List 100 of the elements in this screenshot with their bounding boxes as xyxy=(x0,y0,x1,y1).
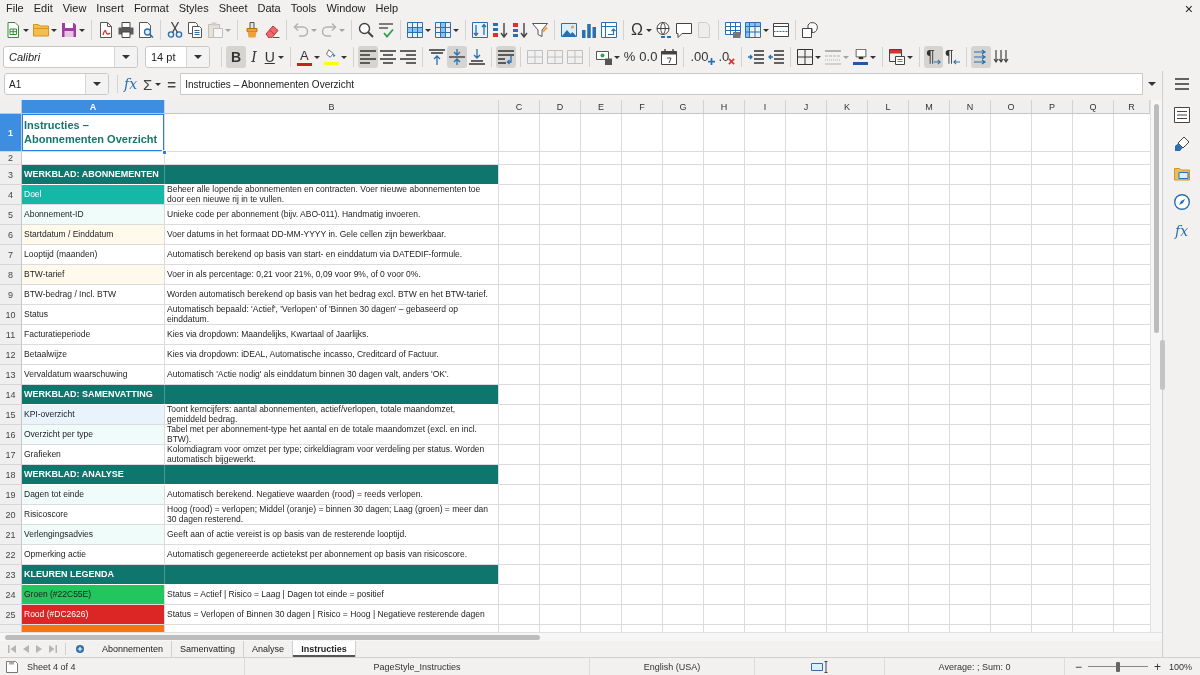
font-color-button[interactable]: A xyxy=(294,46,322,68)
function-wizard-button[interactable]: fx xyxy=(124,76,138,92)
align-middle-button[interactable] xyxy=(446,46,467,68)
menu-item[interactable]: Sheet xyxy=(213,1,253,16)
row-header[interactable]: 17 xyxy=(0,445,22,465)
menu-item[interactable]: Insert xyxy=(91,1,129,16)
column-header[interactable]: E xyxy=(581,100,622,113)
print-preview-button[interactable] xyxy=(136,19,156,41)
left-to-right-button[interactable]: ¶ xyxy=(924,46,943,68)
menu-item[interactable]: Data xyxy=(252,1,286,16)
column-header[interactable]: L xyxy=(868,100,909,113)
row-header[interactable]: 18 xyxy=(0,465,22,485)
menu-icon[interactable] xyxy=(1174,78,1189,90)
sheet-tab[interactable]: Abonnementen xyxy=(94,641,173,657)
row-header[interactable]: 6 xyxy=(0,225,22,245)
column-header[interactable]: F xyxy=(622,100,663,113)
close-button[interactable]: × xyxy=(1182,1,1195,16)
italic-button[interactable]: I xyxy=(246,46,262,68)
plus-icon[interactable] xyxy=(76,645,84,653)
row-header[interactable]: 10 xyxy=(0,305,22,325)
scrollbar-thumb[interactable] xyxy=(1154,104,1159,333)
zoom-in-button[interactable]: + xyxy=(1154,660,1162,673)
row-header[interactable]: 8 xyxy=(0,265,22,285)
caret-icon[interactable] xyxy=(1148,82,1156,86)
sidebar-handle[interactable] xyxy=(1160,340,1165,390)
align-bottom-button[interactable] xyxy=(466,46,487,68)
row-header[interactable]: 2 xyxy=(0,152,22,165)
row-header[interactable]: 23 xyxy=(0,565,22,585)
menu-item[interactable]: Help xyxy=(370,1,404,16)
column-header[interactable]: G xyxy=(663,100,704,113)
font-size-field[interactable]: 14 pt xyxy=(145,46,210,68)
row-button[interactable] xyxy=(405,19,433,41)
menu-item[interactable]: Edit xyxy=(28,1,58,16)
menu-item[interactable]: Window xyxy=(321,1,371,16)
font-name-field[interactable]: Calibri xyxy=(3,46,138,68)
row-header[interactable]: 12 xyxy=(0,345,22,365)
row-header[interactable]: 22 xyxy=(0,545,22,565)
dropdown-button[interactable] xyxy=(114,47,137,67)
folder-image-icon[interactable] xyxy=(1173,165,1190,181)
date-format-button[interactable] xyxy=(659,46,680,68)
underline-button[interactable]: U xyxy=(261,46,286,68)
column-header[interactable]: B xyxy=(165,100,499,113)
row-header[interactable]: 21 xyxy=(0,525,22,545)
row-header[interactable]: 14 xyxy=(0,385,22,405)
rectangle-cursor-icon[interactable] xyxy=(811,660,828,673)
formula-input[interactable]: Instructies – Abonnementen Overzicht xyxy=(180,73,1143,95)
row-header[interactable]: 16 xyxy=(0,425,22,445)
row-header[interactable]: 7 xyxy=(0,245,22,265)
row-header[interactable]: 19 xyxy=(0,485,22,505)
column-header[interactable]: P xyxy=(1032,100,1073,113)
horizontal-scrollbar[interactable] xyxy=(0,632,1162,641)
percent-button[interactable]: % xyxy=(621,46,638,68)
dropdown-button[interactable] xyxy=(186,47,209,67)
highlighting-button[interactable] xyxy=(321,46,349,68)
column-header[interactable]: K xyxy=(827,100,868,113)
vertical-scrollbar[interactable] xyxy=(1150,100,1162,632)
border-color-button[interactable] xyxy=(851,46,879,68)
column-header[interactable]: Q xyxy=(1073,100,1114,113)
decimal-format-button[interactable]: 0.0 xyxy=(637,46,660,68)
list-icon[interactable] xyxy=(1173,107,1190,123)
menu-item[interactable]: Styles xyxy=(173,1,214,16)
column-header[interactable]: D xyxy=(540,100,581,113)
sheet-tab[interactable]: Instructies xyxy=(293,641,356,657)
align-top-button[interactable] xyxy=(426,46,447,68)
align-left-button[interactable] xyxy=(357,46,378,68)
column-header[interactable]: O xyxy=(991,100,1032,113)
row-header[interactable]: 9 xyxy=(0,285,22,305)
row-header[interactable]: 24 xyxy=(0,585,22,605)
row-header[interactable]: 20 xyxy=(0,505,22,525)
menu-item[interactable]: File xyxy=(1,1,29,16)
menu-item[interactable]: Tools xyxy=(285,1,322,16)
print-area-button[interactable] xyxy=(722,19,743,41)
name-box-field[interactable]: A1 xyxy=(4,73,109,95)
column-button[interactable] xyxy=(433,19,461,41)
brush-icon[interactable] xyxy=(1173,136,1190,152)
row-header[interactable]: 11 xyxy=(0,325,22,345)
formula-button[interactable]: = xyxy=(167,75,177,93)
column-header[interactable]: C xyxy=(499,100,540,113)
draw-functions-button[interactable] xyxy=(799,19,820,41)
delete-decimal-button[interactable]: .0 xyxy=(716,46,738,68)
conditional-format-button[interactable] xyxy=(887,46,916,68)
menu-item[interactable]: View xyxy=(57,1,92,16)
scrollbar-thumb[interactable] xyxy=(5,634,540,640)
row-header[interactable]: 25 xyxy=(0,605,22,625)
column-header[interactable]: N xyxy=(950,100,991,113)
borders-button[interactable] xyxy=(795,46,824,68)
row-header[interactable]: 13 xyxy=(0,365,22,385)
bold-button[interactable]: B xyxy=(226,46,247,68)
hyperlink-button[interactable] xyxy=(653,19,674,41)
row-header[interactable]: 15 xyxy=(0,405,22,425)
sum-button[interactable]: Σ xyxy=(143,75,162,93)
sheet-tab[interactable]: Samenvatting xyxy=(172,641,245,657)
compass-icon[interactable] xyxy=(1173,194,1190,210)
row-header[interactable]: 3 xyxy=(0,165,22,185)
sort-button[interactable] xyxy=(470,19,490,41)
column-header[interactable]: I xyxy=(745,100,786,113)
column-header[interactable]: H xyxy=(704,100,745,113)
slider-thumb[interactable] xyxy=(1116,661,1120,672)
menu-item[interactable]: Format xyxy=(128,1,174,16)
wrap-text-button[interactable] xyxy=(495,46,516,68)
